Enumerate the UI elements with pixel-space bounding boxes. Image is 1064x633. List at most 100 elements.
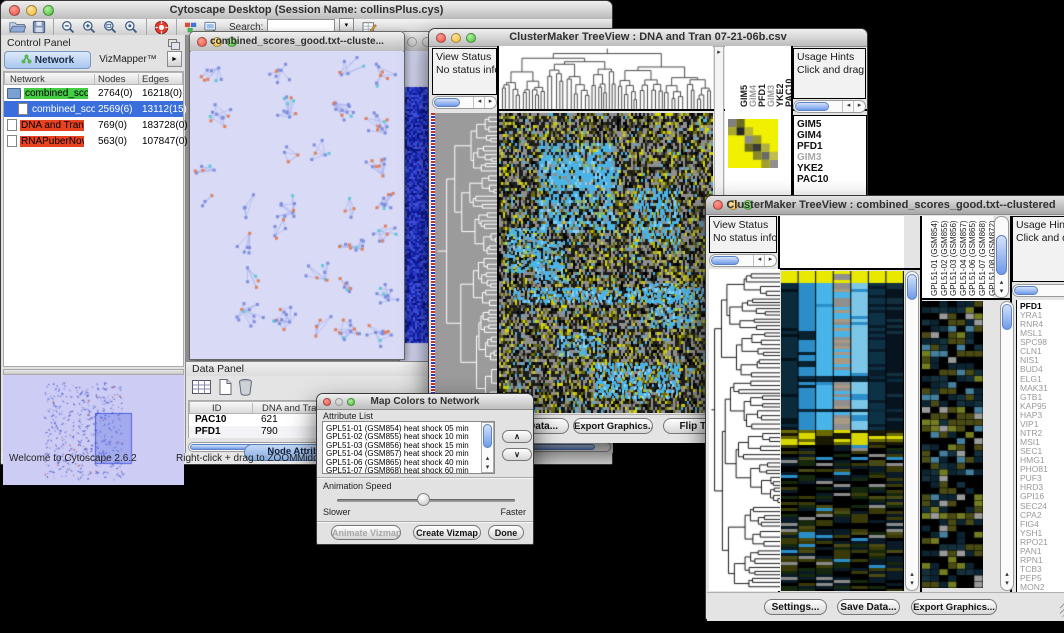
tv2-row-dendrogram[interactable] [709, 269, 780, 591]
control-panel: Control Panel Network VizMapper™ ► Netwo… [1, 35, 186, 453]
speed-slider-thumb[interactable] [417, 493, 430, 506]
attribute-list-scrollbar[interactable]: ▴ ▾ [481, 422, 494, 473]
tv2-gene-scrollbar[interactable]: ▴ ▾ [1000, 301, 1014, 591]
tv2-status-scrollbar[interactable]: ◂ ▸ [709, 254, 777, 267]
animate-vizmap-button[interactable]: Animate Vizmap [331, 525, 401, 540]
done-button[interactable]: Done [488, 525, 524, 540]
tv2-gene-list[interactable]: PFD1YRA1RNR4MSL1SPC98CLN1NIS1BUD4ELG1MAK… [1016, 300, 1064, 592]
tv2-global-heatmap[interactable] [922, 301, 983, 588]
divider [317, 477, 533, 479]
treeview1-title-bar[interactable]: ClusterMaker TreeView : DNA and Tran 07-… [429, 29, 867, 47]
col-nodes[interactable]: Nodes [98, 74, 125, 85]
map-colors-dialog: Map Colors to Network Attribute List GPL… [316, 393, 534, 545]
tab-vizmapper[interactable]: VizMapper™ [91, 51, 165, 67]
settings-button[interactable]: Settings... [764, 599, 827, 615]
gene-label[interactable]: PAC10 [797, 174, 829, 185]
gene-label[interactable]: GIM3 [797, 152, 821, 163]
usage-hints-text: Click and drag to [1016, 232, 1064, 245]
faster-label: Faster [500, 507, 526, 517]
tab-vizmapper-label: VizMapper™ [99, 54, 157, 65]
attribute-list[interactable]: GPL51-01 (GSM854) heat shock 05 minGPL51… [322, 421, 495, 474]
tv2-column-dendrogram-area[interactable] [780, 216, 904, 268]
row-id: PFD1 [195, 426, 221, 437]
help-lifering-icon[interactable] [154, 20, 169, 35]
tv1-column-dendrogram[interactable] [499, 46, 713, 109]
network-view-window[interactable]: combined_scores_good.txt--cluste... [189, 31, 405, 360]
tv1-heatmap-canvas[interactable] [499, 113, 713, 413]
network-tab-icon [21, 51, 32, 69]
tv1-column-labels: GIM5GIM4PFD1GIM3YKE2PAC10 [725, 46, 791, 110]
close-icon[interactable] [407, 37, 417, 47]
zoom-fit-icon[interactable] [103, 20, 118, 35]
toolbar-separator [53, 19, 54, 35]
treeview2-title: ClusterMaker TreeView : combined_scores_… [706, 199, 1064, 211]
tv2-usage-hints-panel: Usage Hints Click and drag to [1012, 216, 1064, 282]
resize-grip[interactable] [1060, 603, 1064, 617]
attribute-item[interactable]: GPL51-07 (GSM868) heat shock 60 min [326, 466, 469, 474]
move-down-button[interactable]: ∨ [502, 448, 532, 461]
tv1-status-scrollbar[interactable]: ◂ ▸ [432, 96, 497, 109]
network-window-title: combined_scores_good.txt--cluste... [190, 36, 404, 47]
column-label: GPL51-01 (GSM854) [930, 220, 939, 296]
network-nodes-count: 769(0) [98, 120, 127, 131]
network-overview-canvas[interactable] [3, 375, 184, 485]
gene-label[interactable]: GIM5 [797, 119, 821, 130]
create-vizmap-button[interactable]: Create Vizmap [413, 525, 481, 540]
gene-label[interactable]: GIM4 [797, 130, 821, 141]
tv1-row-dendrogram[interactable] [435, 113, 497, 413]
attribute-list-label: Attribute List [323, 411, 373, 421]
network-list-row[interactable]: combined_scores2764(0)16218(0) [4, 85, 183, 101]
treeview2-title-bar[interactable]: ClusterMaker TreeView : combined_scores_… [706, 196, 1064, 215]
export-graphics-button[interactable]: Export Graphics... [911, 599, 997, 615]
document-icon [7, 135, 17, 147]
network-list-row[interactable]: RNAPuberNov2+563(0)107847(0) [4, 133, 183, 149]
network-list: Network Nodes Edges combined_scores2764(… [3, 71, 184, 367]
toolbar-separator [176, 19, 177, 35]
window-title: Cytoscape Desktop (Session Name: collins… [1, 4, 612, 16]
zoom-selected-icon[interactable] [124, 20, 139, 35]
tab-overflow-button[interactable]: ► [167, 51, 182, 67]
save-data-button[interactable]: Save Data... [837, 599, 900, 615]
view-status-title: View Status [436, 51, 493, 64]
gene-label[interactable]: MON2 [1020, 582, 1045, 592]
folder-icon [7, 88, 21, 99]
network-list-row[interactable]: DNA and Tran 07769(0)183728(0) [4, 117, 183, 133]
control-panel-title: Control Panel [1, 35, 185, 50]
col-edges[interactable]: Edges [142, 74, 169, 85]
tv2-labels-scrollbar[interactable]: ▴ ▾ [994, 216, 1009, 298]
tv1-hints-scrollbar[interactable]: ◂ ▸ [793, 100, 866, 113]
network-list-row[interactable]: combined_sco2569(6)13112(15) [4, 101, 183, 117]
gene-label[interactable]: YKE2 [797, 163, 823, 174]
tab-network[interactable]: Network [4, 51, 91, 69]
tv2-heatmap-scrollbar[interactable]: ▴ ▾ [905, 271, 919, 591]
divider [922, 298, 1010, 300]
gene-label[interactable]: PFD1 [797, 141, 823, 152]
network-canvas[interactable] [191, 51, 403, 357]
zoom-in-icon[interactable] [82, 20, 97, 35]
dialog-title-bar[interactable]: Map Colors to Network [317, 394, 533, 410]
column-label: GPL51-02 (GSM855) [940, 220, 949, 296]
row-id: PAC10 [195, 414, 227, 425]
new-attribute-icon[interactable] [217, 378, 232, 401]
col-id[interactable]: ID [212, 403, 222, 414]
tv2-heatmap-canvas[interactable] [781, 271, 904, 591]
column-label: GPL51-03 (GSM856) [949, 220, 958, 296]
move-up-button[interactable]: ∧ [502, 430, 532, 443]
col-network[interactable]: Network [10, 74, 45, 85]
status-welcome: Welcome to Cytoscape 2.6.2 [9, 453, 137, 464]
zoom-out-icon[interactable] [61, 20, 76, 35]
usage-hints-title: Usage Hints [1016, 219, 1064, 232]
tv2-view-status-panel: View Status No status info t [709, 216, 777, 253]
export-graphics-button[interactable]: Export Graphics... [573, 418, 653, 434]
tv1-summary-heatmap[interactable] [728, 119, 778, 168]
delete-attribute-icon[interactable] [238, 378, 253, 401]
animation-speed-label: Animation Speed [323, 481, 392, 491]
network-name: combined_scores [24, 88, 88, 99]
open-session-icon[interactable] [9, 20, 26, 34]
save-session-icon[interactable] [32, 20, 46, 34]
usage-hints-text: Click and drag to [797, 64, 862, 77]
view-status-text: No status info f [436, 64, 493, 77]
network-table-header[interactable]: Network Nodes Edges [4, 72, 183, 85]
tv2-hints-scrollbar[interactable] [1012, 284, 1064, 297]
attribute-table-icon[interactable] [192, 379, 212, 401]
